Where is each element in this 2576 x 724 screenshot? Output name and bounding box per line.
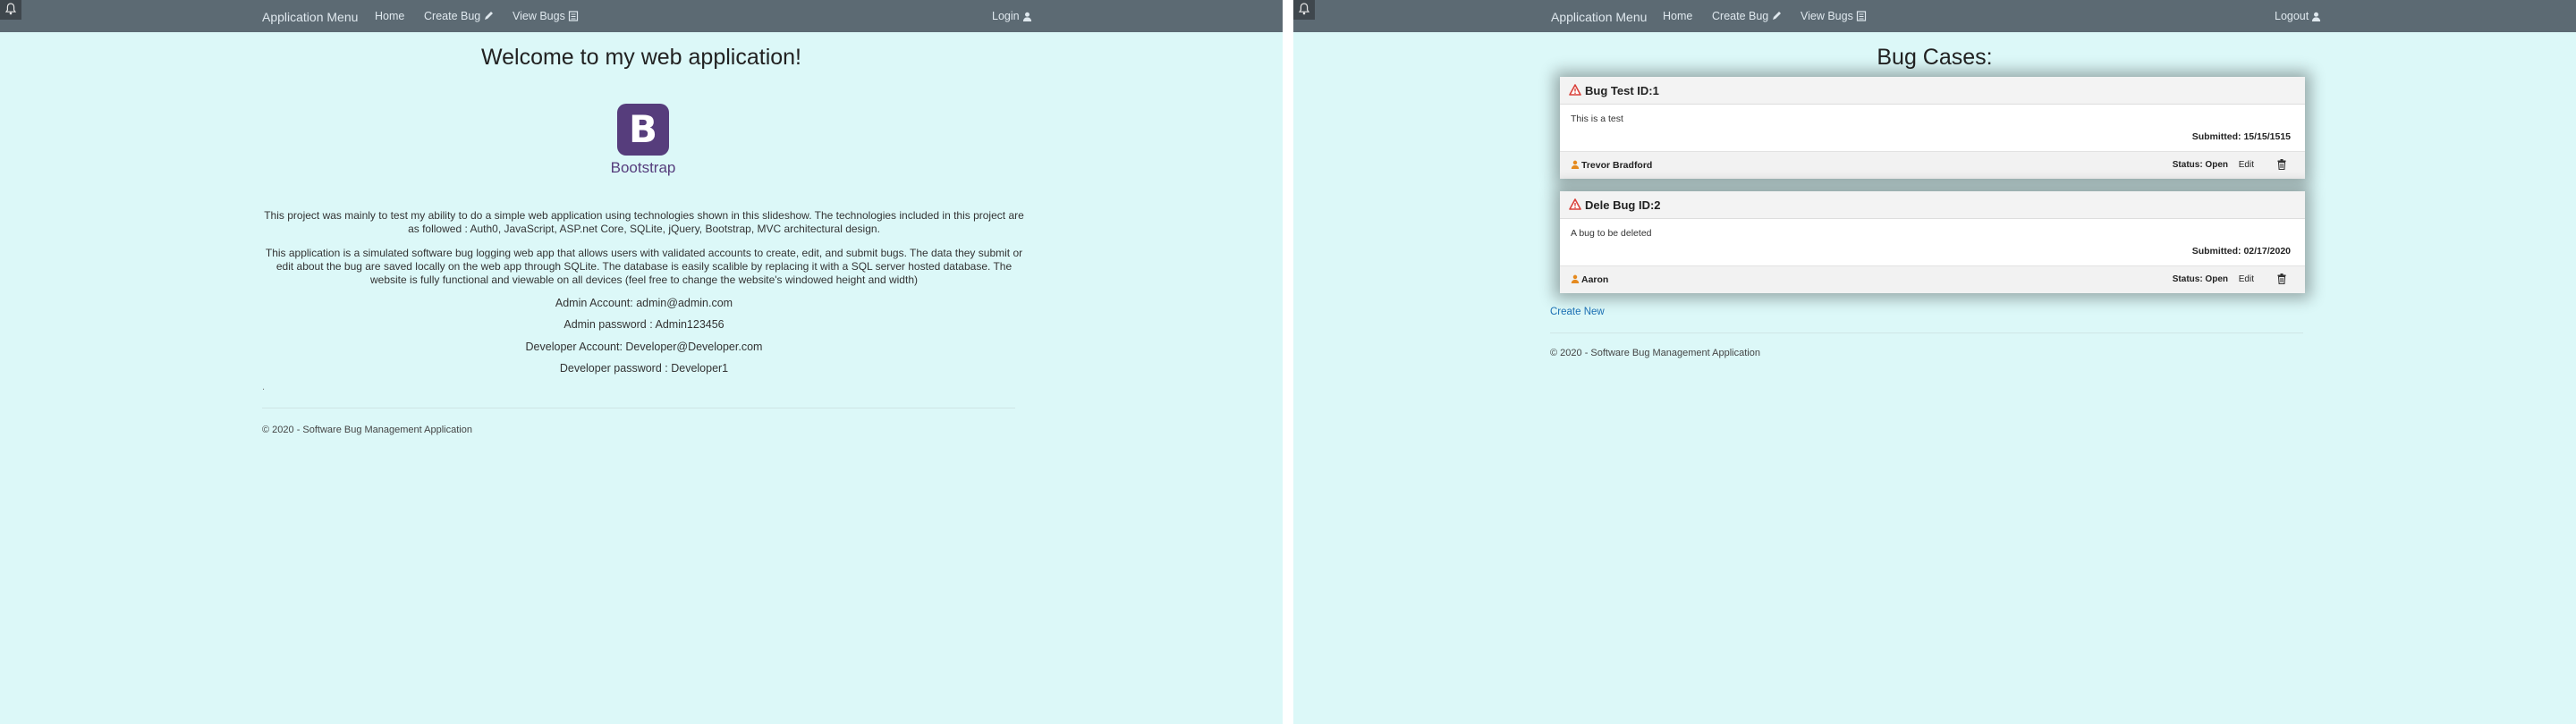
nav-view-bugs[interactable]: View Bugs (1801, 10, 1867, 22)
bug-card: Bug Test ID:1 This is a test Submitted: … (1560, 77, 2305, 179)
bug-submitted-date: Submitted: 15/15/1515 (2191, 131, 2291, 142)
nav-login-label: Login (992, 10, 1020, 22)
nav-login[interactable]: Login (992, 10, 1032, 22)
list-icon (1856, 11, 1866, 21)
bug-reporter-name: Aaron (1581, 274, 1609, 285)
bug-status: Status: Open (2172, 274, 2228, 284)
bell-icon (1299, 3, 1309, 15)
bell-icon (5, 3, 16, 15)
home-window: Application Menu Home Create Bug View Bu… (0, 0, 1283, 724)
bug-card-footer: Trevor Bradford Status: Open Edit (1560, 151, 2305, 179)
footer-text: © 2020 - Software Bug Management Applica… (262, 425, 472, 435)
edit-bug-button[interactable]: Edit (2239, 274, 2254, 284)
nav-create-bug-label: Create Bug (1712, 10, 1769, 22)
bugs-window: Application Menu Home Create Bug View Bu… (1293, 0, 2576, 724)
page-title: Bug Cases: (1877, 45, 1993, 70)
page-title: Welcome to my web application! (480, 45, 802, 70)
admin-account: Admin Account: admin@admin.com (555, 297, 733, 309)
nav-logout-label: Logout (2275, 10, 2309, 22)
intro-paragraph: This project was mainly to test my abili… (264, 209, 1024, 235)
footer-text: © 2020 - Software Bug Management Applica… (1550, 348, 1760, 358)
warning-icon (1569, 84, 1581, 96)
developer-account: Developer Account: Developer@Developer.c… (525, 341, 763, 353)
nav-brand[interactable]: Application Menu (262, 10, 358, 24)
user-icon (1022, 12, 1031, 21)
nav-view-bugs[interactable]: View Bugs (513, 10, 579, 22)
nav-create-bug[interactable]: Create Bug (424, 10, 494, 22)
corner-badge[interactable] (1293, 0, 1315, 20)
bug-status: Status: Open (2172, 160, 2228, 170)
admin-password: Admin password : Admin123456 (564, 318, 724, 331)
user-icon (1571, 274, 1580, 283)
pencil-icon (1773, 12, 1782, 20)
edit-bug-button[interactable]: Edit (2239, 160, 2254, 170)
bug-description: A bug to be deleted (1571, 228, 1652, 239)
trash-icon[interactable] (2277, 274, 2286, 284)
bug-title: Bug Test ID:1 (1585, 84, 1659, 97)
developer-password: Developer password : Developer1 (559, 362, 729, 375)
nav-view-bugs-label: View Bugs (1801, 10, 1853, 22)
bug-reporter: Trevor Bradford (1571, 160, 1652, 171)
bug-card: Dele Bug ID:2 A bug to be deleted Submit… (1560, 191, 2305, 293)
bug-card-footer: Aaron Status: Open Edit (1560, 265, 2305, 293)
bootstrap-logo: B Bootstrap (603, 104, 683, 180)
nav-logout[interactable]: Logout (2275, 10, 2321, 22)
bug-card-header: Dele Bug ID:2 (1560, 191, 2305, 219)
bug-title: Dele Bug ID:2 (1585, 198, 1661, 212)
nav-home[interactable]: Home (1663, 10, 1692, 22)
nav-view-bugs-label: View Bugs (513, 10, 565, 22)
bug-card-body: A bug to be deleted Submitted: 02/17/202… (1560, 219, 2305, 265)
list-icon (568, 11, 578, 21)
navbar: Application Menu Home Create Bug View Bu… (0, 0, 1283, 32)
bug-card-body: This is a test Submitted: 15/15/1515 (1560, 105, 2305, 151)
bug-submitted-date: Submitted: 02/17/2020 (2191, 246, 2291, 257)
bootstrap-logo-mark: B (617, 104, 669, 156)
nav-create-bug[interactable]: Create Bug (1712, 10, 1782, 22)
stray-dot: . (262, 382, 266, 392)
user-icon (2312, 12, 2321, 21)
bug-card-header: Bug Test ID:1 (1560, 77, 2305, 105)
bug-description: This is a test (1571, 114, 1623, 124)
pencil-icon (485, 12, 494, 20)
warning-icon (1569, 198, 1581, 210)
bug-reporter: Aaron (1571, 274, 1608, 285)
create-new-link[interactable]: Create New (1550, 307, 1605, 317)
navbar: Application Menu Home Create Bug View Bu… (1293, 0, 2576, 32)
nav-brand[interactable]: Application Menu (1551, 10, 1647, 24)
bootstrap-logo-text: Bootstrap (610, 159, 676, 176)
corner-badge[interactable] (0, 0, 21, 20)
nav-home[interactable]: Home (375, 10, 404, 22)
user-icon (1571, 160, 1580, 169)
trash-icon[interactable] (2277, 159, 2286, 170)
nav-create-bug-label: Create Bug (424, 10, 481, 22)
bug-reporter-name: Trevor Bradford (1581, 160, 1653, 171)
description-paragraph: This application is a simulated software… (265, 247, 1023, 286)
